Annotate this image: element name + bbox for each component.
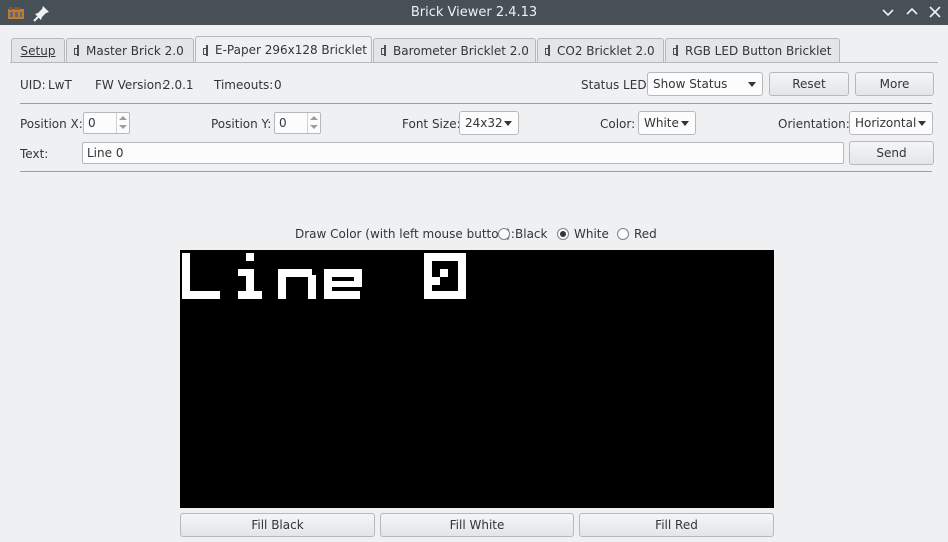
tab-label: E-Paper 296x128 Bricklet <box>215 43 367 57</box>
font-size-label: Font Size: <box>402 117 461 131</box>
chevron-down-icon <box>918 121 926 126</box>
display-rendered-text <box>182 253 466 299</box>
text-input[interactable]: Line 0 <box>82 142 844 164</box>
fill-white-label: Fill White <box>449 518 505 532</box>
divider <box>20 103 932 104</box>
timeouts-label: Timeouts: <box>214 78 274 92</box>
font-size-value: 24x32 <box>465 116 503 130</box>
position-y-label: Position Y: <box>211 117 272 131</box>
device-icon <box>203 44 208 56</box>
tab-label: RGB LED Button Bricklet <box>685 43 832 58</box>
spin-arrows-icon[interactable] <box>116 113 129 133</box>
device-icon <box>673 45 678 56</box>
color-value: White <box>644 116 679 130</box>
uid-value: LwT <box>48 78 72 92</box>
maximize-icon[interactable] <box>904 4 920 20</box>
fw-version-value: 2.0.1 <box>163 78 194 92</box>
send-button-label: Send <box>876 146 907 160</box>
device-icon <box>74 45 79 56</box>
tab-label: Setup <box>20 43 56 58</box>
radio-red-label: Red <box>634 227 657 241</box>
fill-black-button[interactable]: Fill Black <box>180 513 375 537</box>
radio-black[interactable] <box>498 228 510 240</box>
tab-epaper[interactable]: E-Paper 296x128 Bricklet <box>195 36 372 63</box>
fill-white-button[interactable]: Fill White <box>380 513 574 537</box>
status-led-label: Status LED: <box>581 78 651 92</box>
radio-red[interactable] <box>617 228 629 240</box>
orientation-select[interactable]: Horizontal <box>849 111 933 135</box>
minimize-icon[interactable] <box>880 4 896 20</box>
tab-master-brick[interactable]: Master Brick 2.0 <box>66 38 194 62</box>
orientation-label: Orientation: <box>778 117 850 131</box>
color-select[interactable]: White <box>638 111 696 135</box>
window-title: Brick Viewer 2.4.13 <box>410 5 538 20</box>
epaper-display-canvas[interactable] <box>180 250 774 508</box>
chevron-down-icon <box>681 121 689 126</box>
position-x-value: 0 <box>88 116 96 130</box>
tab-pane-border <box>10 62 938 63</box>
status-led-select[interactable]: Show Status <box>647 72 763 96</box>
fill-red-label: Fill Red <box>655 518 698 532</box>
tab-setup[interactable]: Setup <box>11 38 65 62</box>
text-input-value: Line 0 <box>87 146 124 160</box>
tab-rgb-led-button[interactable]: RGB LED Button Bricklet <box>665 38 840 62</box>
uid-label: UID: <box>20 78 46 92</box>
chevron-down-icon <box>748 82 756 87</box>
title-bar: Brick Viewer 2.4.13 <box>0 0 948 25</box>
radio-white[interactable] <box>557 228 569 240</box>
timeouts-value: 0 <box>274 78 282 92</box>
fw-version-label: FW Version: <box>95 78 166 92</box>
position-y-value: 0 <box>279 116 287 130</box>
more-button-label: More <box>879 77 910 91</box>
send-button[interactable]: Send <box>849 141 934 165</box>
reset-button[interactable]: Reset <box>769 72 849 96</box>
tab-label: Barometer Bricklet 2.0 <box>393 43 529 58</box>
device-icon <box>545 45 550 56</box>
chevron-down-icon <box>504 121 512 126</box>
tab-label: CO2 Bricklet 2.0 <box>557 43 655 58</box>
device-icon <box>381 45 386 56</box>
status-led-value: Show Status <box>653 77 728 91</box>
position-x-spinbox[interactable]: 0 <box>83 112 130 134</box>
tab-barometer[interactable]: Barometer Bricklet 2.0 <box>373 38 536 62</box>
fill-red-button[interactable]: Fill Red <box>579 513 774 537</box>
orientation-value: Horizontal <box>855 116 917 130</box>
color-label: Color: <box>600 117 636 131</box>
more-button[interactable]: More <box>855 72 934 96</box>
close-icon[interactable] <box>927 4 943 20</box>
tab-bar: Setup Master Brick 2.0 E-Paper 296x128 B… <box>0 25 948 63</box>
position-x-label: Position X: <box>20 117 83 131</box>
divider <box>20 171 932 172</box>
reset-button-label: Reset <box>792 77 826 91</box>
radio-black-label: Black <box>515 227 548 241</box>
tab-co2[interactable]: CO2 Bricklet 2.0 <box>537 38 664 62</box>
radio-white-label: White <box>574 227 609 241</box>
font-size-select[interactable]: 24x32 <box>459 111 519 135</box>
tab-label: Master Brick 2.0 <box>86 43 184 58</box>
text-label: Text: <box>20 147 49 161</box>
fill-black-label: Fill Black <box>251 518 304 532</box>
draw-color-label: Draw Color (with left mouse button): <box>295 227 515 241</box>
spin-arrows-icon[interactable] <box>307 113 320 133</box>
position-y-spinbox[interactable]: 0 <box>274 112 321 134</box>
